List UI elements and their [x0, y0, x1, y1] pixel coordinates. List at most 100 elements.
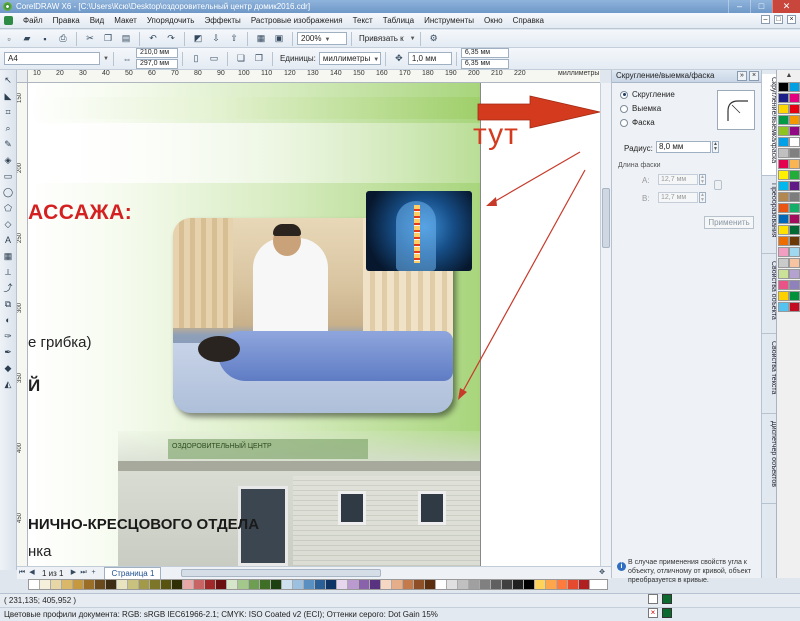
prev-page-icon[interactable]: ◀	[27, 568, 37, 578]
palette-swatch[interactable]	[789, 93, 800, 103]
duplicate-x-field[interactable]: 6,35 мм	[460, 48, 509, 58]
next-page-icon[interactable]: ▶	[68, 568, 78, 578]
strip-swatch[interactable]	[128, 580, 139, 589]
docker-pin-icon[interactable]: »	[737, 71, 747, 81]
text-line-letter[interactable]: Й	[28, 376, 40, 396]
copy-icon[interactable]: ❐	[102, 33, 114, 45]
page-size-dropdown[interactable]: A4	[4, 52, 100, 65]
import-icon[interactable]: ⇩	[210, 33, 222, 45]
page-height-field[interactable]: 297,0 мм	[135, 59, 178, 69]
strip-swatch[interactable]	[535, 580, 546, 589]
landscape-icon[interactable]: ▭	[208, 53, 220, 65]
undo-icon[interactable]: ↶	[147, 33, 159, 45]
strip-swatch[interactable]	[161, 580, 172, 589]
text-line-ka[interactable]: нка	[28, 543, 52, 560]
strip-swatch[interactable]	[381, 580, 392, 589]
tab-text-properties[interactable]: Свойства текста	[762, 338, 776, 414]
strip-swatch[interactable]	[117, 580, 128, 589]
strip-swatch[interactable]	[205, 580, 216, 589]
strip-swatch[interactable]	[150, 580, 161, 589]
palette-swatch[interactable]	[778, 93, 789, 103]
menu-table[interactable]: Таблица	[378, 16, 419, 25]
palette-swatch[interactable]	[789, 148, 800, 158]
eyedropper-tool-icon[interactable]: ✑	[2, 330, 14, 342]
strip-swatch[interactable]	[29, 580, 40, 589]
duplicate-y-field[interactable]: 6,35 мм	[460, 59, 509, 69]
lock-icon[interactable]	[714, 180, 722, 190]
strip-swatch[interactable]	[491, 580, 502, 589]
strip-swatch[interactable]	[260, 580, 271, 589]
nudge-distance-field[interactable]: 1,0 мм	[407, 52, 452, 65]
tab-fillet-docker[interactable]: Скругление/выемка/фаска	[762, 74, 776, 176]
massage-heading[interactable]: АССАЖА:	[28, 201, 132, 225]
palette-swatch[interactable]	[778, 214, 789, 224]
blend-tool-icon[interactable]: ⧉	[2, 298, 14, 310]
zoom-level-dropdown[interactable]: 200% ▼	[297, 32, 347, 45]
outline-color-swatch[interactable]	[662, 608, 672, 618]
outline-pen-icon[interactable]: ✒	[2, 346, 14, 358]
building-photo[interactable]: ОЗДОРОВИТЕЛЬНЫЙ ЦЕНТР	[118, 431, 480, 566]
strip-swatch[interactable]	[557, 580, 568, 589]
palette-swatch[interactable]	[778, 115, 789, 125]
options-gear-icon[interactable]: ⚙	[428, 33, 440, 45]
text-line-spine[interactable]: НИЧНО-КРЕСЦОВОГО ОТДЕЛА	[28, 516, 259, 533]
strip-swatch[interactable]	[62, 580, 73, 589]
page-artwork[interactable]: АССАЖА: е грибка) Й ОЗДОРОВИТЕЛЬНЫЙ ЦЕНТ…	[28, 83, 480, 566]
strip-swatch[interactable]	[392, 580, 403, 589]
vertical-scrollbar[interactable]	[600, 83, 611, 566]
text-line-fungus[interactable]: е грибка)	[28, 334, 92, 351]
navigator-icon[interactable]: ✥	[597, 568, 607, 578]
menu-tools[interactable]: Инструменты	[419, 16, 479, 25]
strip-swatch[interactable]	[524, 580, 535, 589]
vertical-scroll-thumb[interactable]	[602, 188, 610, 248]
minimize-button[interactable]: –	[728, 0, 750, 13]
open-folder-icon[interactable]: ▰	[21, 33, 33, 45]
export-icon[interactable]: ⇧	[228, 33, 240, 45]
strip-swatch[interactable]	[579, 580, 590, 589]
spine-xray-image[interactable]	[366, 191, 472, 271]
strip-swatch[interactable]	[304, 580, 315, 589]
vertical-ruler[interactable]: 150 200 250 300 350 400 450	[17, 83, 28, 566]
palette-swatch[interactable]	[778, 137, 789, 147]
strip-swatch[interactable]	[238, 580, 249, 589]
snap-to-dropdown[interactable]: Привязать к	[359, 34, 404, 43]
fill-color-swatch[interactable]	[662, 594, 672, 604]
strip-swatch[interactable]	[348, 580, 359, 589]
radius-spinner-icon[interactable]: ▲ ▼	[712, 141, 719, 153]
add-page-icon[interactable]: +	[88, 568, 98, 578]
strip-swatch[interactable]	[183, 580, 194, 589]
palette-swatch[interactable]	[789, 203, 800, 213]
menu-file[interactable]: Файл	[18, 16, 48, 25]
docker-close-icon[interactable]: ×	[749, 71, 759, 81]
strip-swatch[interactable]	[95, 580, 106, 589]
color-profiles-text[interactable]: Цветовые профили документа: RGB: sRGB IE…	[4, 610, 438, 619]
fill-tool-icon[interactable]: ◆	[2, 362, 14, 374]
palette-swatch[interactable]	[789, 126, 800, 136]
menu-edit[interactable]: Правка	[48, 16, 85, 25]
palette-swatch[interactable]	[778, 269, 789, 279]
polygon-tool-icon[interactable]: ⬠	[2, 202, 14, 214]
strip-swatch[interactable]	[139, 580, 150, 589]
fill-indicator-icon[interactable]	[648, 594, 658, 604]
palette-swatch[interactable]	[778, 170, 789, 180]
doc-close-button[interactable]: ×	[787, 15, 796, 24]
palette-swatch[interactable]	[789, 258, 800, 268]
strip-swatch[interactable]	[315, 580, 326, 589]
all-pages-icon[interactable]: ❏	[235, 53, 247, 65]
ruler-origin[interactable]	[17, 70, 28, 83]
ellipse-tool-icon[interactable]: ◯	[2, 186, 14, 198]
palette-swatch[interactable]	[778, 225, 789, 235]
palette-swatch[interactable]	[778, 181, 789, 191]
table-tool-icon[interactable]: ▦	[2, 250, 14, 262]
paste-icon[interactable]: ▤	[120, 33, 132, 45]
crop-tool-icon[interactable]: ⌗	[2, 106, 14, 118]
palette-swatch[interactable]	[778, 82, 789, 92]
strip-swatch[interactable]	[40, 580, 51, 589]
palette-swatch[interactable]	[789, 269, 800, 279]
first-page-icon[interactable]: ⏮	[17, 568, 27, 578]
strip-swatch[interactable]	[293, 580, 304, 589]
palette-swatch[interactable]	[778, 192, 789, 202]
strip-swatch[interactable]	[51, 580, 62, 589]
strip-swatch[interactable]	[480, 580, 491, 589]
apply-button[interactable]: Применить	[704, 216, 754, 229]
